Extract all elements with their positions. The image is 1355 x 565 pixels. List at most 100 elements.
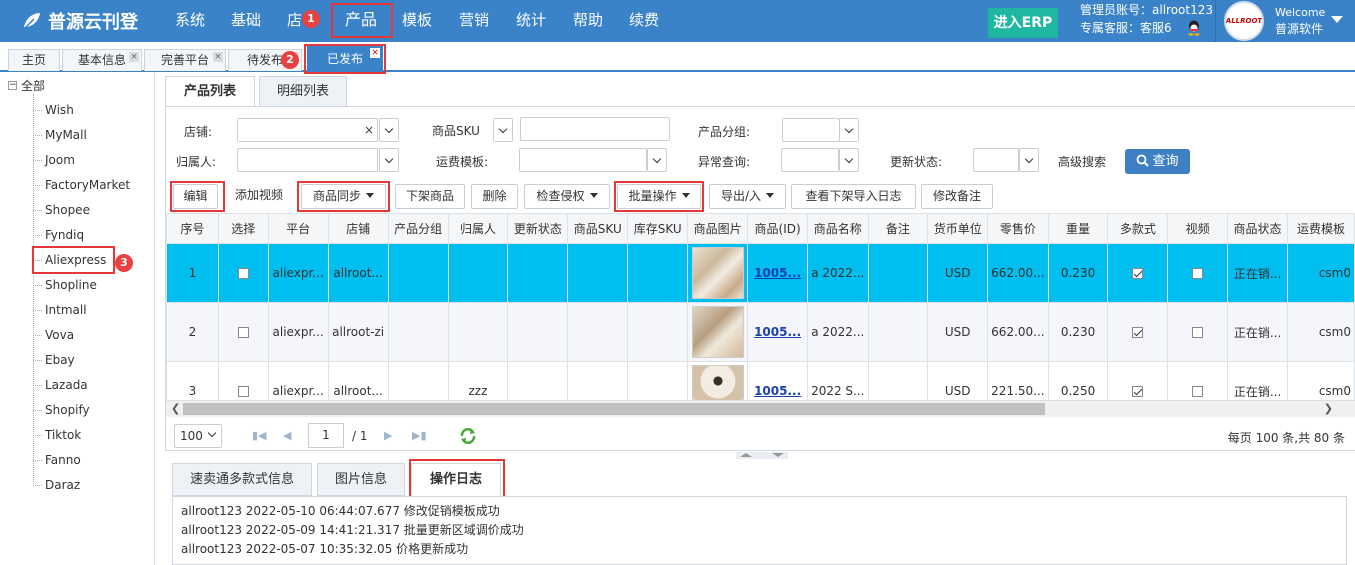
column-header[interactable]: 序号 [166,213,219,244]
tab-operation-log[interactable]: 操作日志 [411,463,501,496]
scroll-right-icon[interactable]: ❯ [1324,402,1333,415]
column-header[interactable]: 多款式 [1107,213,1169,244]
video-checkbox[interactable] [1192,327,1204,338]
nav-store[interactable]: 店 [287,9,302,31]
tree-item-wish[interactable]: Wish [33,102,74,118]
scroll-left-icon[interactable]: ❮ [171,402,180,415]
tree-item-mymall[interactable]: MyMall [33,127,87,143]
app-logo[interactable]: 普源云刊登 [22,7,138,35]
multi-style-cell[interactable] [1107,243,1169,303]
multi-style-checkbox[interactable] [1132,386,1144,397]
tree-item-ebay[interactable]: Ebay [33,352,75,368]
video-cell[interactable] [1167,361,1229,400]
multi-style-checkbox[interactable] [1132,327,1144,338]
table-row[interactable]: 1 aliexpr... allroot... 1005... a 2022... USD… [166,243,1355,303]
exception-select[interactable] [781,148,839,172]
delist-button[interactable]: 下架商品 [395,184,465,209]
tree-item-lazada[interactable]: Lazada [33,377,88,393]
product-sync-button[interactable]: 商品同步 [301,184,386,209]
tab-complete-platform[interactable]: 完善平台 × [144,49,226,71]
exception-dropdown-button[interactable] [839,148,859,172]
column-header[interactable]: 重量 [1047,213,1109,244]
tab-image-info[interactable]: 图片信息 [317,463,405,496]
column-header[interactable]: 商品名称 [807,213,869,244]
tree-item-intmall[interactable]: Intmall [33,302,87,318]
row-checkbox[interactable] [237,268,249,279]
sku-type-select[interactable]: 商品SKU [427,118,489,142]
clear-icon[interactable]: × [364,123,374,137]
tree-item-shopline[interactable]: Shopline [33,277,97,293]
tree-root-all[interactable]: − 全部 [8,77,45,94]
shop-dropdown-button[interactable] [379,118,399,142]
tree-item-fyndiq[interactable]: Fyndiq [32,227,84,243]
column-header[interactable]: 零售价 [987,213,1049,244]
column-header[interactable]: 店铺 [327,213,389,244]
product-thumbnail[interactable] [691,365,744,400]
table-row[interactable]: 2 aliexpr... allroot-zi 1005... a 2022... USD… [166,302,1355,362]
close-icon[interactable]: × [370,48,380,58]
tree-item-joom[interactable]: Joom [33,152,75,168]
multi-style-cell[interactable] [1107,302,1169,362]
search-button[interactable]: 查询 [1125,149,1190,174]
column-header[interactable]: 商品状态 [1227,213,1289,244]
edit-button[interactable]: 编辑 [173,184,218,209]
multi-style-checkbox[interactable] [1132,268,1144,279]
select-cell[interactable] [217,243,269,303]
group-select[interactable] [782,118,840,142]
tree-item-factorymarket[interactable]: FactoryMarket [32,177,130,193]
sku-input[interactable] [520,117,670,141]
export-import-button[interactable]: 导出/入 [709,184,786,209]
tree-item-shopify[interactable]: Shopify [33,402,90,418]
update-status-dropdown-button[interactable] [1019,148,1039,172]
check-infringement-button[interactable]: 检查侵权 [524,184,610,209]
batch-operation-button[interactable]: 批量操作 [617,184,701,209]
next-page-icon[interactable]: ▶ [384,429,392,442]
group-dropdown-button[interactable] [839,118,859,142]
column-header[interactable]: 商品图片 [687,213,749,244]
nav-product[interactable]: 产品 [345,9,377,31]
product-id-cell[interactable]: 1005... [747,361,809,400]
video-checkbox[interactable] [1192,386,1204,397]
product-thumbnail[interactable] [691,247,744,299]
update-status-select[interactable] [973,148,1019,172]
table-row[interactable]: 3 aliexpr... allroot... zzz 1005... 2022 S...… [166,361,1355,400]
column-header[interactable]: 商品SKU [567,213,629,244]
nav-template[interactable]: 模板 [402,9,432,31]
row-checkbox[interactable] [237,327,249,338]
tab-product-list[interactable]: 产品列表 [165,76,255,107]
tab-home[interactable]: 主页 [8,49,60,71]
nav-statistics[interactable]: 统计 [516,9,546,31]
tab-published[interactable]: 已发布 × [307,45,383,72]
scrollbar-thumb[interactable] [183,403,1045,415]
freight-dropdown-button[interactable] [647,148,667,172]
column-header[interactable]: 视频 [1167,213,1229,244]
tree-item-aliexpress[interactable]: Aliexpress [32,252,106,268]
shop-select[interactable] [237,118,378,142]
refresh-icon[interactable] [459,427,477,445]
add-video-button[interactable]: 添加视频 [224,184,294,209]
nav-system[interactable]: 系统 [175,9,205,31]
page-size-select[interactable]: 100 [174,424,222,448]
product-id-link[interactable]: 1005... [754,325,801,339]
enter-erp-button[interactable]: 进入ERP [988,8,1058,38]
video-checkbox[interactable] [1192,268,1204,279]
column-header[interactable]: 运费模板 [1287,213,1355,244]
product-id-link[interactable]: 1005... [754,384,801,398]
owner-dropdown-button[interactable] [379,148,399,172]
image-cell[interactable] [687,302,749,362]
tab-multi-style-info[interactable]: 速卖通多款式信息 [172,463,312,496]
avatar[interactable]: ALLROOT [1224,1,1264,41]
product-id-cell[interactable]: 1005... [747,302,809,362]
tree-item-shopee[interactable]: Shopee [33,202,90,218]
column-header[interactable]: 更新状态 [507,213,569,244]
select-cell[interactable] [217,302,269,362]
first-page-icon[interactable]: ▮◀ [252,429,267,442]
view-delist-log-button[interactable]: 查看下架导入日志 [791,184,916,209]
column-header[interactable]: 产品分组 [387,213,449,244]
image-cell[interactable] [687,243,749,303]
freight-select[interactable] [519,148,647,172]
column-header[interactable]: 归属人 [447,213,509,244]
tree-item-vova[interactable]: Vova [32,327,74,343]
tab-detail-list[interactable]: 明细列表 [259,76,347,107]
nav-help[interactable]: 帮助 [573,9,603,31]
